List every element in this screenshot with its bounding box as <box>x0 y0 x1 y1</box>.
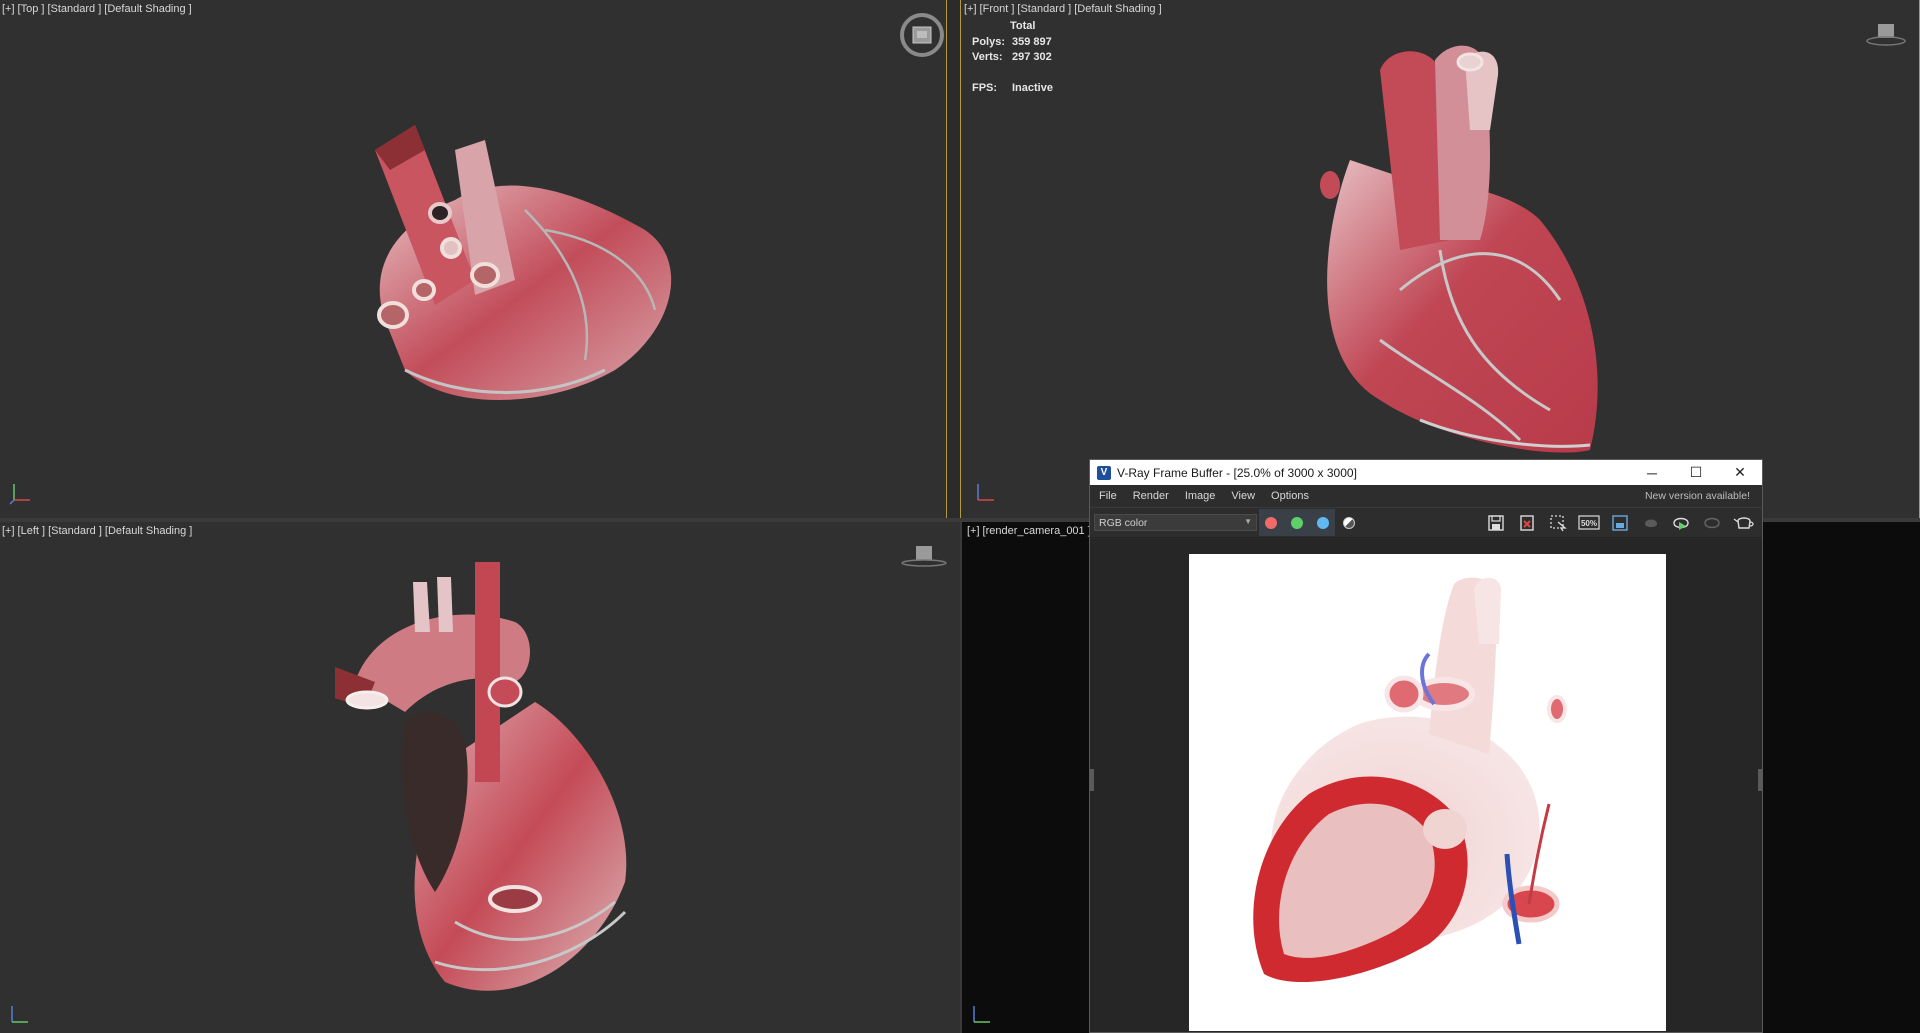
render-disabled-icon[interactable] <box>1700 510 1725 535</box>
axis-tripod-icon <box>9 484 30 505</box>
viewcube-icon[interactable] <box>898 12 946 58</box>
vfb-toolbar: RGB color ▼ 50% <box>1090 508 1762 538</box>
right-panel-handle[interactable] <box>1758 769 1762 791</box>
menu-options[interactable]: Options <box>1262 490 1316 502</box>
teapot-icon[interactable] <box>1731 510 1756 535</box>
vray-logo-icon: V <box>1097 465 1111 480</box>
save-icon[interactable] <box>1483 510 1508 535</box>
viewport-divider[interactable] <box>960 522 962 1033</box>
axis-tripod-icon <box>11 1006 28 1023</box>
heart-model-left[interactable] <box>335 562 655 1002</box>
viewcube-icon[interactable] <box>1864 20 1906 50</box>
zoom-label: 50% <box>1580 519 1596 528</box>
viewport-label[interactable]: [+] [Top ] [Standard ] [Default Shading ] <box>2 3 195 15</box>
window-title: V-Ray Frame Buffer - [25.0% of 3000 x 30… <box>1117 465 1357 480</box>
vfb-tool-icons: 50% <box>1483 510 1756 535</box>
menu-render[interactable]: Render <box>1124 490 1176 502</box>
heart-model-front[interactable] <box>1320 40 1620 460</box>
axis-tripod-icon <box>977 484 994 501</box>
viewcube-icon[interactable] <box>900 544 948 570</box>
close-button[interactable]: ✕ <box>1718 460 1762 485</box>
blue-channel-button[interactable] <box>1317 516 1329 529</box>
viewport-label[interactable]: [+] [render_camera_001 ] <box>967 525 1094 537</box>
viewport-top[interactable]: [+] [Top ] [Standard ] [Default Shading ] <box>0 0 946 518</box>
mono-channel-button[interactable] <box>1343 516 1355 529</box>
axis-tripod-icon <box>973 1006 990 1023</box>
vray-frame-buffer-window[interactable]: V V-Ray Frame Buffer - [25.0% of 3000 x … <box>1089 459 1763 1033</box>
menu-file[interactable]: File <box>1090 490 1124 502</box>
window-titlebar[interactable]: V V-Ray Frame Buffer - [25.0% of 3000 x … <box>1090 460 1762 485</box>
channel-select[interactable]: RGB color ▼ <box>1094 514 1257 531</box>
active-viewport-border <box>946 0 947 518</box>
channel-toggle-group <box>1259 509 1335 536</box>
region-select-icon[interactable] <box>1545 510 1570 535</box>
viewport-left[interactable]: [+] [Left ] [Standard ] [Default Shading ] <box>0 522 960 1033</box>
render-canvas[interactable] <box>1090 539 1762 1032</box>
minimize-button[interactable]: ─ <box>1630 460 1674 485</box>
clear-icon[interactable] <box>1514 510 1539 535</box>
viewport-divider[interactable] <box>946 0 960 518</box>
menu-image[interactable]: Image <box>1176 490 1223 502</box>
rendered-image <box>1189 554 1666 1031</box>
viewport-front[interactable]: [+] [Front ] [Standard ] [Default Shading ]… <box>960 0 1920 518</box>
left-panel-handle[interactable] <box>1090 769 1094 791</box>
new-version-link[interactable]: New version available! <box>1645 490 1750 502</box>
frame-icon[interactable] <box>1607 510 1632 535</box>
viewport-label[interactable]: [+] [Front ] [Standard ] [Default Shading ] <box>964 3 1165 15</box>
track-mouse-icon[interactable] <box>1638 510 1663 535</box>
viewport-label[interactable]: [+] [Left ] [Standard ] [Default Shading ] <box>2 525 195 537</box>
green-channel-button[interactable] <box>1291 516 1303 529</box>
zoom-50-icon[interactable]: 50% <box>1576 510 1601 535</box>
viewport-statistics: Total Polys: 359 897 Verts: 297 302 FPS: In… <box>972 20 1053 94</box>
chevron-down-icon: ▼ <box>1244 517 1252 526</box>
heart-cross-section-render <box>1253 577 1567 983</box>
window-controls: ─ ☐ ✕ <box>1630 460 1762 485</box>
heart-model-top[interactable] <box>345 110 685 410</box>
active-viewport-border <box>960 0 961 518</box>
red-channel-button[interactable] <box>1265 516 1277 529</box>
maximize-button[interactable]: ☐ <box>1674 460 1718 485</box>
menu-view[interactable]: View <box>1222 490 1262 502</box>
menu-bar: File Render Image View Options New versi… <box>1090 485 1762 508</box>
render-icon[interactable] <box>1669 510 1694 535</box>
